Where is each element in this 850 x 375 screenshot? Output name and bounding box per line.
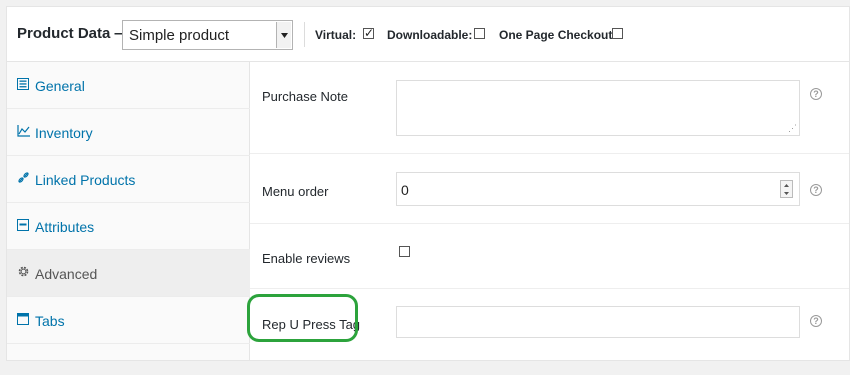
one-page-checkout-label: One Page Checkout: [499,28,617,42]
spinner-down-icon[interactable] [781,189,792,197]
help-icon[interactable]: ? [810,88,822,100]
product-type-select[interactable]: Simple product [122,20,293,50]
virtual-label: Virtual: [315,28,357,42]
link-icon [17,171,31,185]
menu-order-input[interactable]: 0 [396,172,800,206]
menu-order-row: Menu order 0 ? [250,154,849,224]
purchase-note-textarea[interactable]: ⋰ [396,80,800,136]
header-divider [304,22,305,47]
tab-linked-products[interactable]: Linked Products [7,156,250,203]
downloadable-label: Downloadable: [387,28,473,42]
enable-reviews-checkbox[interactable] [399,246,410,257]
tab-inventory[interactable]: Inventory [7,109,250,156]
rep-u-press-tag-input[interactable] [396,306,800,338]
tab-tabs-label: Tabs [35,313,65,329]
tab-attributes[interactable]: Attributes [7,203,250,250]
product-data-panel: Product Data — Simple product Virtual: ✓… [6,6,850,361]
menu-order-label: Menu order [262,184,329,199]
tab-general[interactable]: General [7,62,250,109]
purchase-note-row: Purchase Note ⋰ ? [250,62,849,154]
panel-title: Product Data — [17,25,130,42]
menu-order-value: 0 [401,182,409,198]
tab-tabs[interactable]: Tabs [7,297,250,344]
tab-advanced[interactable]: Advanced [7,250,250,297]
tab-general-label: General [35,78,85,94]
check-icon: ✓ [364,26,375,40]
downloadable-checkbox[interactable] [474,28,485,39]
product-type-value: Simple product [129,27,230,44]
dropdown-arrow-icon[interactable] [276,22,291,48]
highlight-annotation [247,294,358,342]
tab-attributes-label: Attributes [35,219,95,235]
tab-advanced-label: Advanced [35,266,98,282]
product-data-tabs: General Inventory Linked Products Attrib… [7,62,250,360]
tab-linked-products-label: Linked Products [35,172,136,188]
attributes-icon [17,218,31,232]
virtual-checkbox[interactable]: ✓ [363,26,375,40]
spinner-up-icon[interactable] [781,181,792,189]
gear-icon [17,265,31,279]
inventory-icon [17,124,31,138]
enable-reviews-label: Enable reviews [262,251,351,266]
product-data-header: Product Data — Simple product Virtual: ✓… [7,7,849,62]
one-page-checkout-checkbox[interactable] [612,28,623,39]
enable-reviews-row: Enable reviews [250,224,849,289]
help-icon[interactable]: ? [810,184,822,196]
help-icon[interactable]: ? [810,315,822,327]
number-spinner[interactable] [780,180,793,198]
purchase-note-label: Purchase Note [262,89,348,104]
tabs-icon [17,312,31,326]
tab-inventory-label: Inventory [35,125,93,141]
general-icon [17,77,31,91]
resize-handle-icon[interactable]: ⋰ [788,124,797,133]
